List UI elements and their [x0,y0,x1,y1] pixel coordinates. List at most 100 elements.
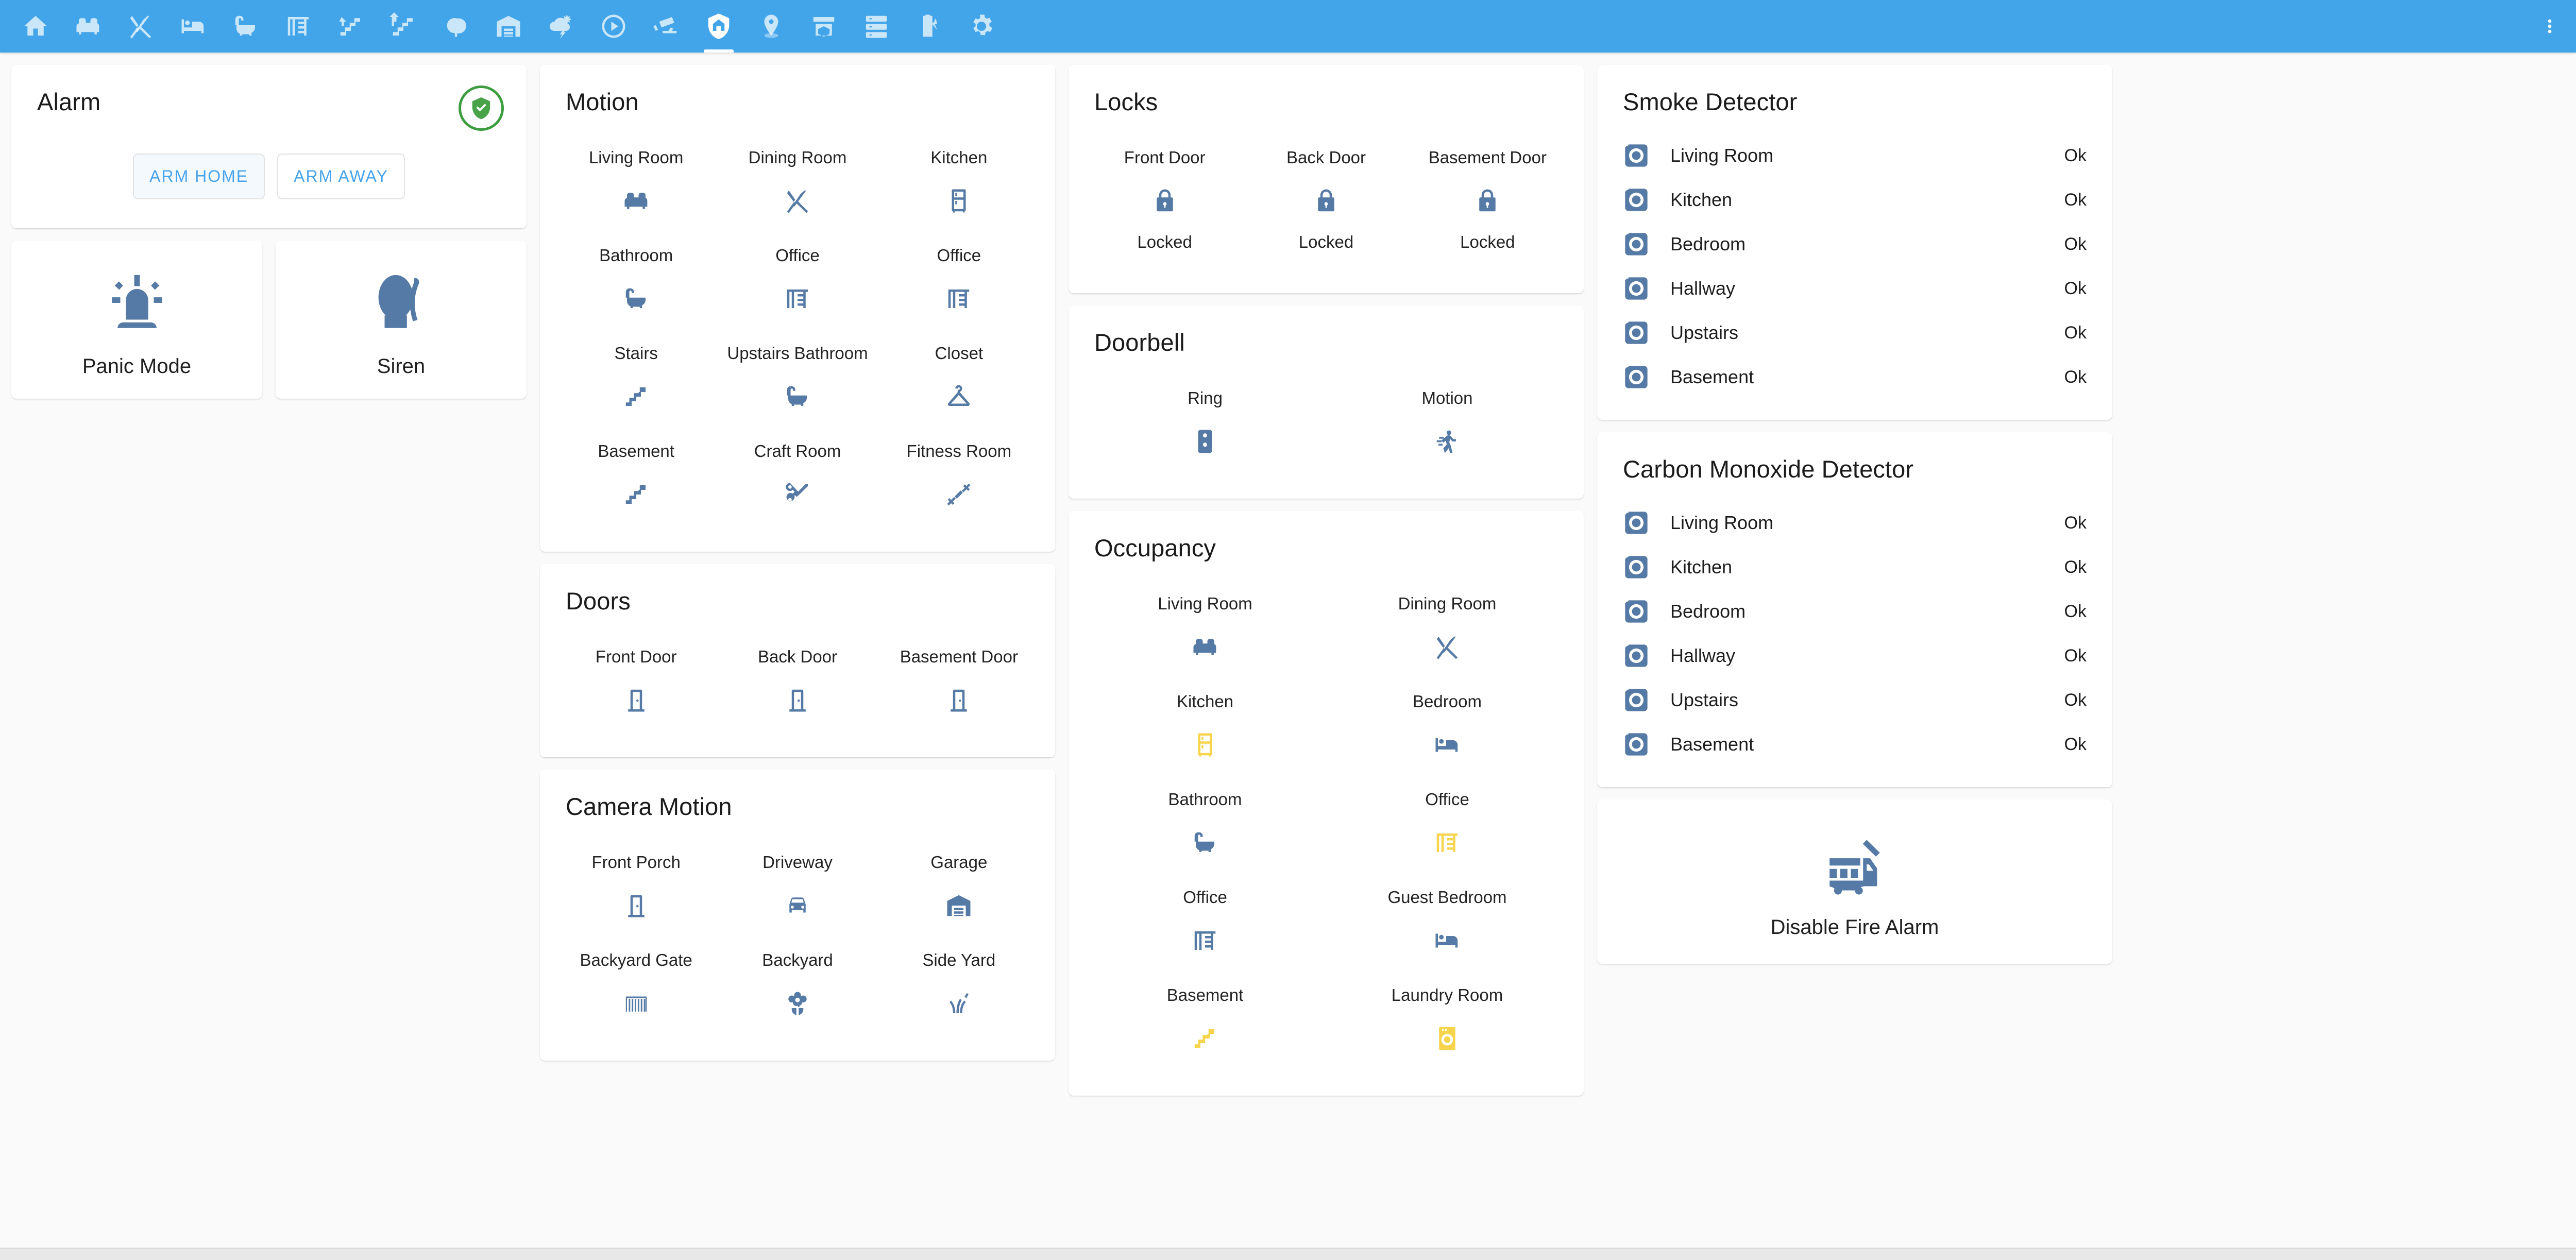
arm-home-button[interactable]: ARM HOME [133,154,265,199]
tab-downstairs[interactable] [325,0,377,53]
tab-deliveries[interactable] [798,0,850,53]
glance-item[interactable]: Back Door [717,636,878,734]
arm-away-button[interactable]: ARM AWAY [277,154,405,199]
entity-state: Ok [2064,145,2087,165]
glance-item-name: Back Door [1286,148,1366,167]
glance-item[interactable]: Guest Bedroom [1326,876,1568,974]
glance-item[interactable]: Bedroom [1326,680,1568,778]
stairs-icon [622,479,650,510]
entity-row[interactable]: Living Room Ok [1618,501,2092,545]
tab-media[interactable] [587,0,640,53]
entity-row[interactable]: Kitchen Ok [1618,545,2092,589]
glance-item[interactable]: Basement Door Locked [1407,137,1568,269]
entity-row[interactable]: Bedroom Ok [1618,222,2092,266]
smoke-detector-icon [1623,731,1670,758]
entity-row[interactable]: Basement Ok [1618,722,2092,767]
glance-item[interactable]: Dining Room [717,137,878,234]
glance-item[interactable]: Office [878,234,1040,332]
glance-item-name: Upstairs Bathroom [727,343,868,363]
glance-item[interactable]: Living Room [1084,583,1326,680]
glance-item[interactable]: Ring [1084,377,1326,475]
entity-row[interactable]: Living Room Ok [1618,133,2092,178]
entity-row[interactable]: Hallway Ok [1618,266,2092,311]
entity-name: Basement [1670,366,1754,387]
glance-item[interactable]: Dining Room [1326,583,1568,680]
glance-item[interactable]: Front Door Locked [1084,137,1245,269]
tab-system[interactable] [850,0,903,53]
glance-item[interactable]: Backyard [717,939,878,1037]
tab-home[interactable] [9,0,62,53]
glance-item-name: Fitness Room [906,441,1012,461]
glance-item-name: Craft Room [754,441,841,461]
locks-card: Locks Front Door Locked Back Door Locked Bas… [1069,65,1584,293]
disable-fire-alarm-tile[interactable]: Disable Fire Alarm [1597,799,2112,964]
entity-row[interactable]: Basement Ok [1618,355,2092,399]
entity-row[interactable]: Upstairs Ok [1618,311,2092,355]
glance-item-name: Living Room [588,148,684,167]
tab-outdoors[interactable] [430,0,482,53]
glance-item[interactable]: Front Porch [555,841,717,939]
occupancy-grid: Living Room Dining Room Kitchen Bedroom Bath… [1069,562,1584,1096]
entity-row[interactable]: Bedroom Ok [1618,589,2092,634]
entity-name: Hallway [1670,278,1736,299]
glance-item[interactable]: Office [717,234,878,332]
entity-row[interactable]: Kitchen Ok [1618,178,2092,222]
glance-item[interactable]: Motion [1326,377,1568,475]
tab-bathroom[interactable] [219,0,272,53]
glance-item[interactable]: Kitchen [1084,680,1326,778]
glance-item[interactable]: Closet [878,332,1040,430]
smoke-detector-title: Smoke Detector [1623,88,1798,115]
tab-bedroom[interactable] [167,0,219,53]
disable-fire-alarm-card[interactable]: Disable Fire Alarm [1597,799,2112,964]
entity-row[interactable]: Hallway Ok [1618,634,2092,678]
glance-item-name: Basement Door [1428,148,1547,167]
doors-grid: Front Door Back Door Basement Door [540,615,1055,757]
glance-item[interactable]: Bathroom [555,234,717,332]
smoke-detector-icon [1623,509,1670,536]
glance-item[interactable]: Craft Room [717,430,878,528]
glance-item[interactable]: Stairs [555,332,717,430]
dots-vertical-icon[interactable] [2523,0,2576,53]
co-detector-title: Carbon Monoxide Detector [1623,455,1914,483]
glance-item[interactable]: Office [1326,778,1568,876]
tab-locations[interactable] [745,0,798,53]
glance-item[interactable]: Garage [878,841,1040,939]
tab-office[interactable] [272,0,325,53]
glance-item[interactable]: Living Room [555,137,717,234]
alarm-header: Alarm [11,65,527,131]
glance-item[interactable]: Basement [1084,974,1326,1072]
quick-tile[interactable]: Siren [276,241,527,399]
cutlery-icon [1433,631,1461,663]
glance-item[interactable]: Office [1084,876,1326,974]
tab-energy[interactable] [903,0,955,53]
doorbell-card: Doorbell Ring Motion [1069,305,1584,499]
glance-item[interactable]: Side Yard [878,939,1040,1037]
smoke-detector-icon [1623,319,1670,346]
glance-item[interactable]: Backyard Gate [555,939,717,1037]
glance-item[interactable]: Bathroom [1084,778,1326,876]
tab-weather[interactable] [535,0,587,53]
entity-row[interactable]: Upstairs Ok [1618,678,2092,722]
glance-item[interactable]: Upstairs Bathroom [717,332,878,430]
glance-item[interactable]: Front Door [555,636,717,734]
glance-item[interactable]: Back Door Locked [1245,137,1406,269]
tab-dining-room[interactable] [114,0,167,53]
glance-item[interactable]: Basement Door [878,636,1040,734]
tab-upstairs[interactable] [377,0,430,53]
glance-item[interactable]: Kitchen [878,137,1040,234]
tab-security[interactable] [692,0,745,53]
shield-check-icon[interactable] [459,86,504,131]
glance-item[interactable]: Fitness Room [878,430,1040,528]
locks-grid: Front Door Locked Back Door Locked Basement … [1069,116,1584,293]
tab-living-room[interactable] [62,0,114,53]
washing-machine-icon [1433,1023,1461,1054]
tab-settings[interactable] [955,0,1008,53]
quick-tile[interactable]: Panic Mode [11,241,262,399]
glance-item[interactable]: Driveway [717,841,878,939]
tab-cameras[interactable] [640,0,692,53]
tab-garage[interactable] [482,0,535,53]
motion-title: Motion [566,88,639,115]
glance-item[interactable]: Basement [555,430,717,528]
glance-item-name: Office [1183,887,1227,907]
glance-item[interactable]: Laundry Room [1326,974,1568,1072]
